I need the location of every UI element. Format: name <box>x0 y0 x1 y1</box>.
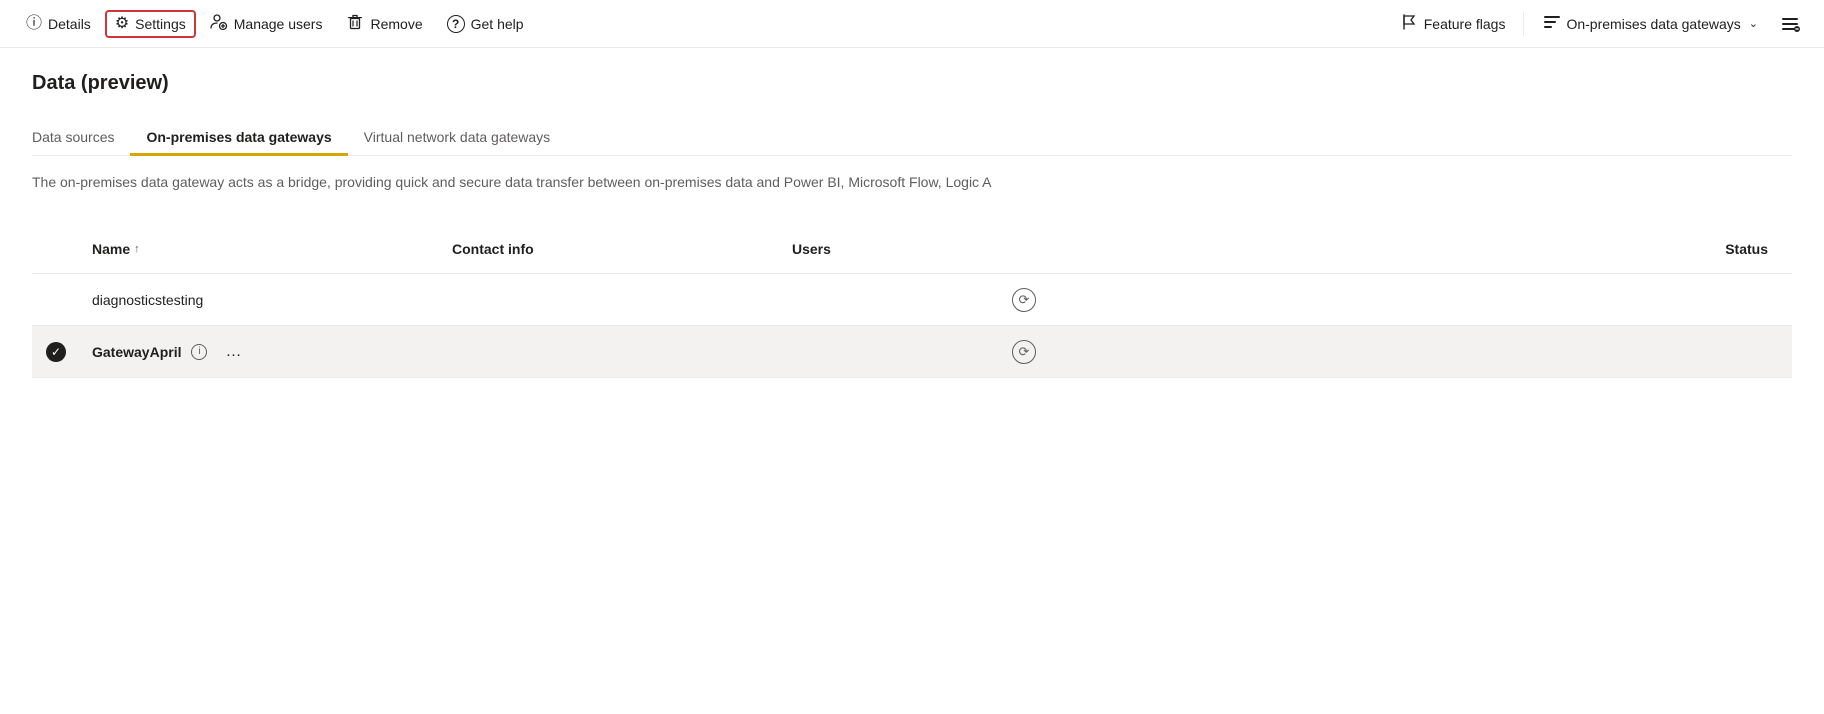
row2-status-icon: ⟳ <box>1012 340 1036 364</box>
get-help-label: Get help <box>471 16 524 32</box>
row1-users-cell <box>780 288 1000 312</box>
col-users: Users <box>780 233 1000 265</box>
feature-flags-label: Feature flags <box>1424 16 1506 32</box>
details-icon: ⓘ <box>26 16 42 32</box>
tabs-container: Data sources On-premises data gateways V… <box>32 119 1792 156</box>
table-header: Name ↑ Contact info Users Status <box>32 225 1792 274</box>
row2-ellipsis-button[interactable]: … <box>217 339 249 365</box>
main-content: Data (preview) Data sources On-premises … <box>0 48 1824 402</box>
row2-status-cell: ⟳ <box>1000 328 1792 376</box>
toolbar-divider <box>1523 12 1524 36</box>
chevron-down-icon: ⌄ <box>1749 17 1758 30</box>
col-status: Status <box>1000 233 1792 265</box>
settings-label: Settings <box>135 16 186 32</box>
table-row[interactable]: diagnosticstesting ⟳ <box>32 274 1792 326</box>
manage-users-button[interactable]: Manage users <box>200 7 333 41</box>
row2-contact-cell <box>440 340 780 364</box>
col-contact: Contact info <box>440 233 780 265</box>
description-text: The on-premises data gateway acts as a b… <box>32 172 1792 193</box>
sort-icon: ↑ <box>134 243 140 255</box>
details-label: Details <box>48 16 91 32</box>
manage-users-icon <box>210 13 228 35</box>
tab-on-premises[interactable]: On-premises data gateways <box>130 119 347 155</box>
feature-flags-icon <box>1400 13 1418 35</box>
row2-check-icon: ✓ <box>46 342 66 362</box>
row1-status-icon: ⟳ <box>1012 288 1036 312</box>
settings-icon: ⚙ <box>115 16 129 32</box>
col-check <box>32 233 80 265</box>
remove-label: Remove <box>370 16 422 32</box>
row2-users-cell <box>780 340 1000 364</box>
row2-name-cell: GatewayApril i … <box>80 327 440 377</box>
on-premises-icon <box>1542 13 1562 35</box>
remove-button[interactable]: Remove <box>336 7 432 41</box>
row2-info-button[interactable]: i <box>189 342 209 362</box>
tab-virtual-network[interactable]: Virtual network data gateways <box>348 119 567 155</box>
page-title: Data (preview) <box>32 72 1792 95</box>
info-circle-icon: i <box>191 344 207 360</box>
on-premises-label: On-premises data gateways <box>1566 16 1740 32</box>
table-row[interactable]: ✓ GatewayApril i … ⟳ <box>32 326 1792 378</box>
manage-users-label: Manage users <box>234 16 323 32</box>
row2-name: GatewayApril <box>92 344 181 360</box>
row1-name-cell: diagnosticstesting <box>80 280 440 320</box>
toolbar: ⓘ Details ⚙ Settings Manage users <box>0 0 1824 48</box>
toolbar-right: Feature flags On-premises data gateways … <box>1390 7 1808 41</box>
details-button[interactable]: ⓘ Details <box>16 10 101 38</box>
row1-contact-cell <box>440 288 780 312</box>
more-icon <box>1780 15 1800 33</box>
more-options-button[interactable] <box>1772 9 1808 39</box>
remove-icon <box>346 13 364 35</box>
feature-flags-button[interactable]: Feature flags <box>1390 7 1516 41</box>
toolbar-left: ⓘ Details ⚙ Settings Manage users <box>16 7 1386 41</box>
settings-button[interactable]: ⚙ Settings <box>105 10 196 38</box>
tab-data-sources[interactable]: Data sources <box>32 119 130 155</box>
col-name[interactable]: Name ↑ <box>80 233 440 265</box>
get-help-icon: ? <box>447 15 465 33</box>
row1-check-cell <box>32 288 80 312</box>
data-table: Name ↑ Contact info Users Status diagnos… <box>32 225 1792 378</box>
get-help-button[interactable]: ? Get help <box>437 9 534 39</box>
on-premises-gateways-button[interactable]: On-premises data gateways ⌄ <box>1532 7 1768 41</box>
row2-check-cell: ✓ <box>32 330 80 374</box>
row1-status-cell: ⟳ <box>1000 276 1792 324</box>
